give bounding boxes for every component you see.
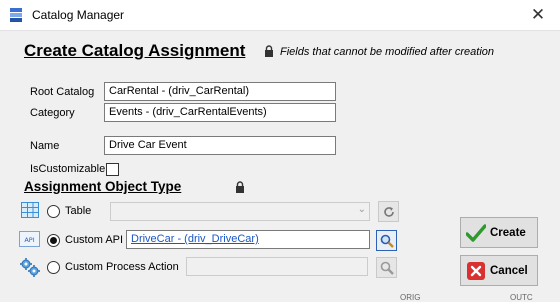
lock-legend-text: Fields that cannot be modified after cre… [280,46,495,58]
create-button[interactable]: Create [460,217,538,248]
process-gears-icon [20,258,40,277]
background-fragment: OUTC [510,293,533,302]
background-fragment: ORIG [400,293,421,302]
lock-icon [265,45,273,57]
root-catalog-field[interactable]: CarRental - (driv_CarRental) [104,82,336,101]
custom-process-action-lookup-field[interactable] [186,257,368,276]
create-button-label: Create [490,226,526,239]
page-title: Create Catalog Assignment [24,41,246,60]
root-catalog-label: Root Catalog [30,86,95,98]
search-icon [380,234,394,248]
custom-process-action-search-button[interactable] [376,257,397,278]
category-label: Category [30,107,75,119]
name-field[interactable]: Drive Car Event [104,136,336,155]
is-customizable-checkbox[interactable] [106,163,119,176]
api-icon: API [19,231,40,247]
table-icon [21,202,39,218]
window-title: Catalog Manager [32,8,125,22]
custom-api-search-button[interactable] [376,230,397,251]
assignment-type-heading: Assignment Object Type [24,179,182,194]
search-icon [380,261,394,275]
custom-process-action-option-label: Custom Process Action [65,261,179,273]
checkmark-icon [465,222,487,244]
table-select[interactable]: ⌄ [110,202,370,221]
custom-api-radio[interactable] [47,234,60,247]
category-field[interactable]: Events - (driv_CarRentalEvents) [104,103,336,122]
cancel-button[interactable]: Cancel [460,255,538,286]
chevron-down-icon: ⌄ [357,204,366,215]
lock-icon [236,181,244,193]
svg-text:API: API [24,236,34,244]
refresh-icon [383,206,394,217]
table-option-label: Table [65,205,92,217]
refresh-tables-button[interactable] [378,201,399,222]
custom-process-action-radio[interactable] [47,261,60,274]
title-bar: Catalog Manager ✕ [0,0,560,30]
is-customizable-label: IsCustomizable [30,163,106,175]
name-label: Name [30,140,60,152]
cancel-icon [465,260,487,282]
custom-api-option-label: Custom API [65,234,124,246]
cancel-button-label: Cancel [490,264,528,277]
table-radio[interactable] [47,205,60,218]
custom-api-lookup-field[interactable]: DriveCar - (driv_DriveCar) [126,230,370,249]
catalog-app-icon [10,8,22,22]
custom-api-link[interactable]: DriveCar - (driv_DriveCar) [131,233,259,245]
close-window-button[interactable]: ✕ [518,2,558,28]
